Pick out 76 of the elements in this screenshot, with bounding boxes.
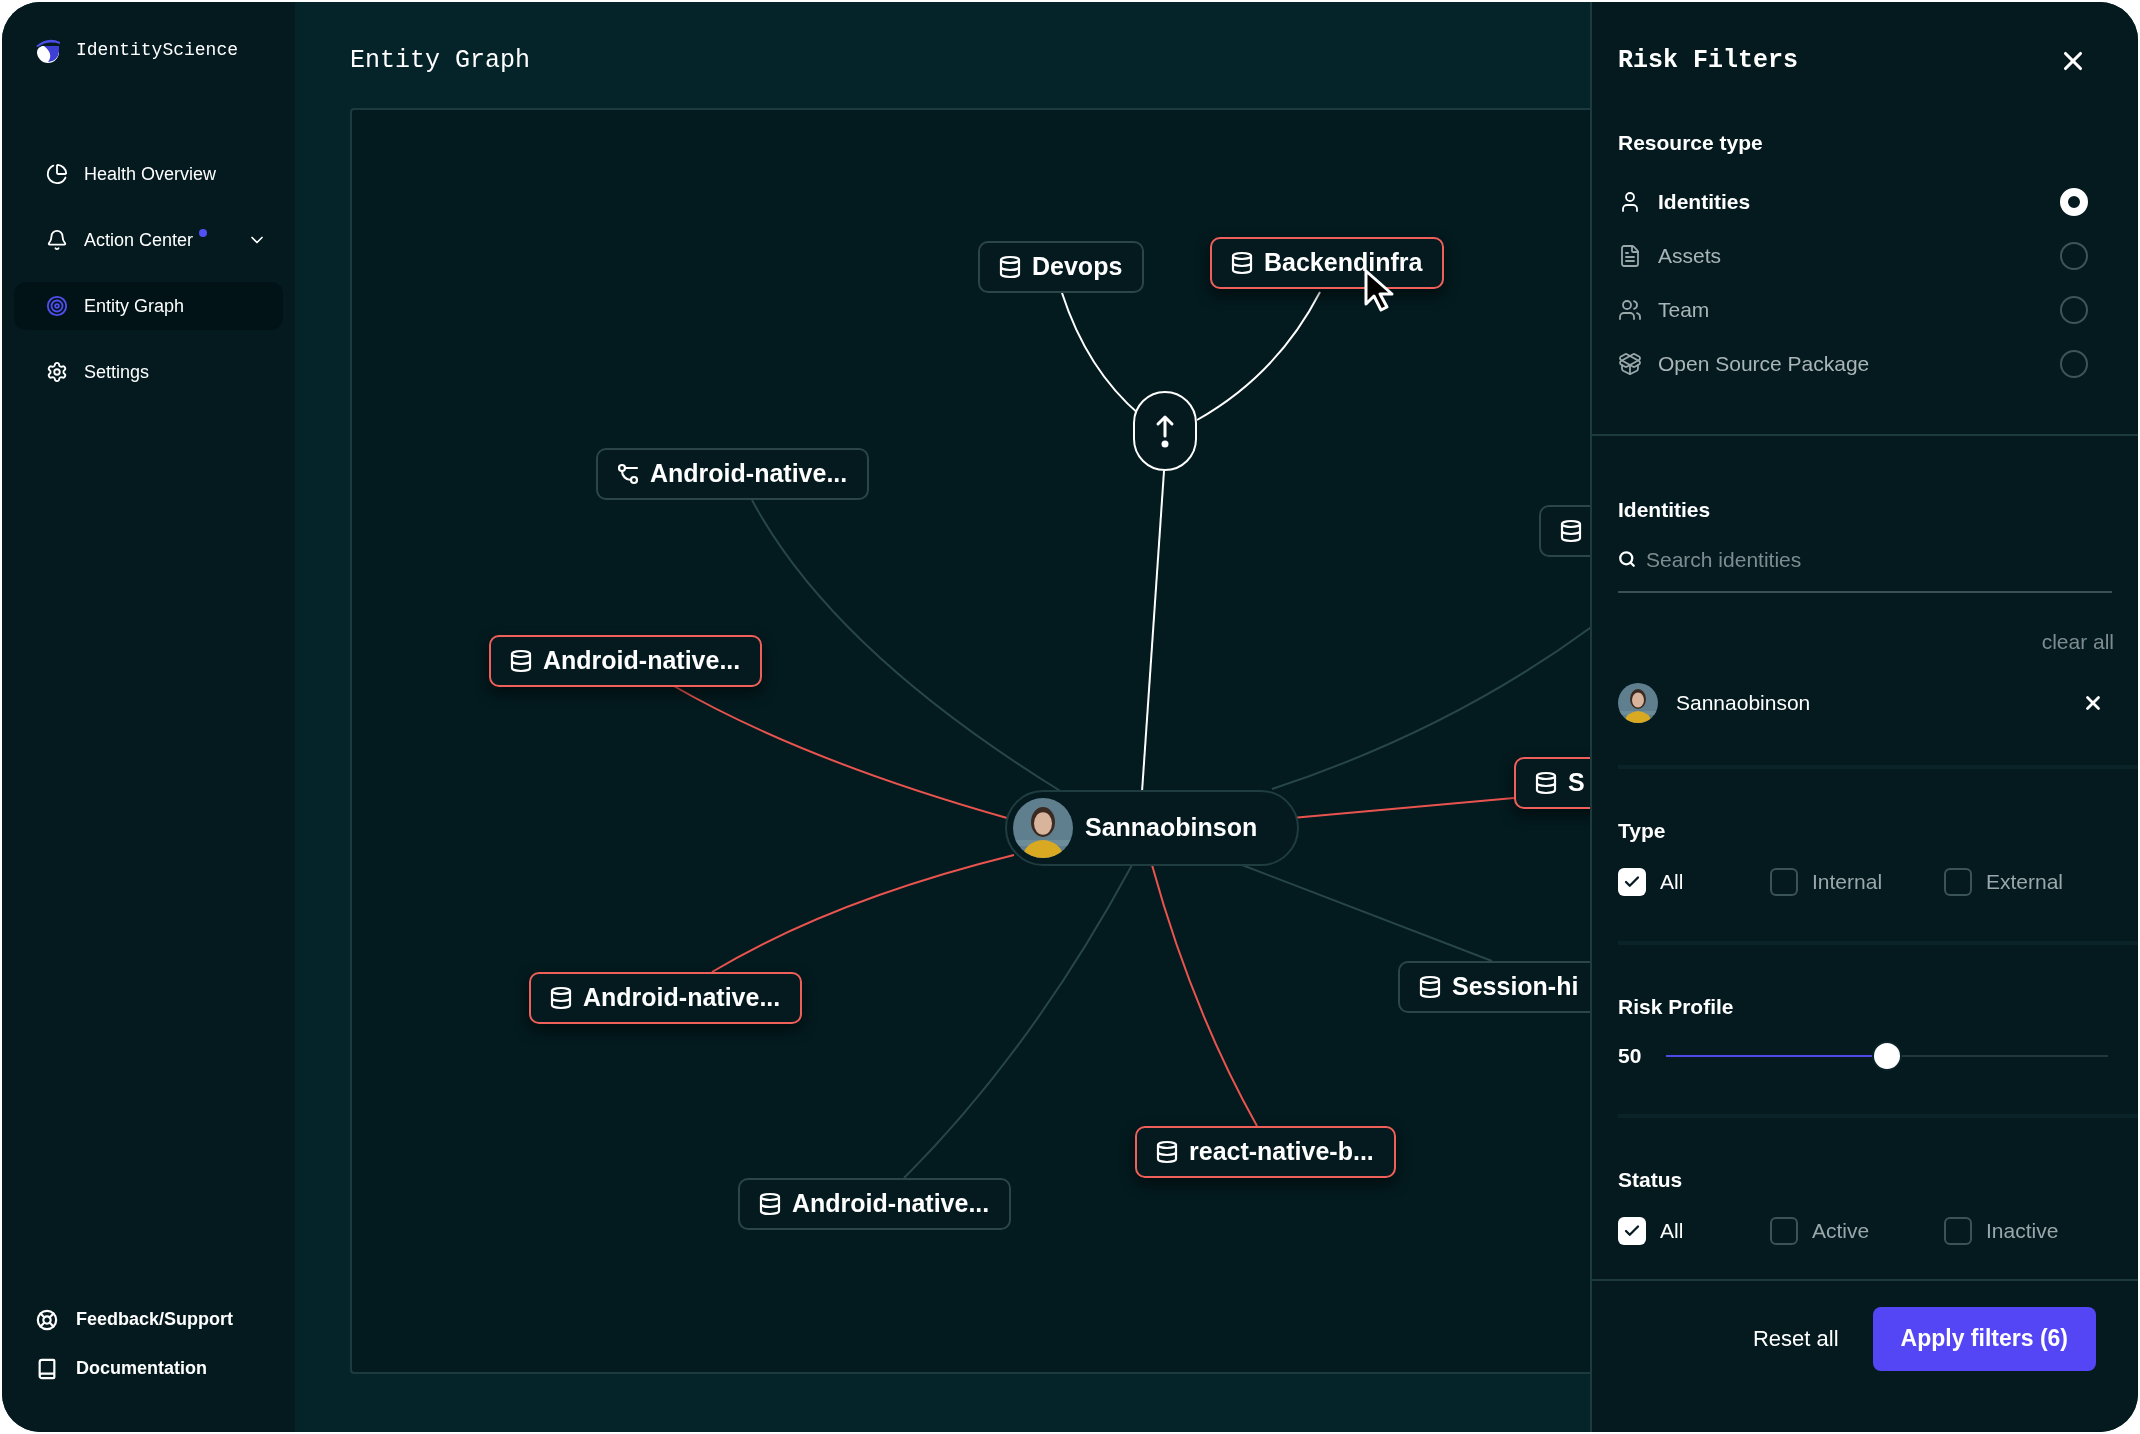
checkbox-option[interactable]: All <box>1618 1215 1770 1247</box>
package-icon <box>1618 352 1642 376</box>
checkbox[interactable] <box>1618 867 1646 896</box>
graph-node[interactable]: Android-native... <box>596 448 870 500</box>
graph-node[interactable]: Session-hi <box>1398 961 1590 1013</box>
page-title: Entity Graph <box>350 45 532 77</box>
radio-option[interactable]: Open Source Package <box>1618 349 2088 379</box>
slider-track[interactable] <box>1666 1040 2108 1071</box>
graph-node[interactable]: Android-native... <box>529 972 803 1024</box>
book-icon <box>36 1357 58 1380</box>
settings-icon <box>46 361 68 383</box>
checkbox[interactable] <box>1618 1216 1646 1245</box>
graph-node[interactable]: Android-native... <box>489 635 763 687</box>
checkbox[interactable] <box>1944 867 1972 896</box>
database-icon <box>758 1192 782 1216</box>
graph-node[interactable]: Android-native... <box>738 1178 1012 1230</box>
graph-node[interactable] <box>1539 505 1590 557</box>
nav-item[interactable]: Entity Graph <box>14 282 283 330</box>
slider-thumb[interactable] <box>1872 1040 1902 1071</box>
checkbox-option[interactable]: External <box>1944 866 2138 898</box>
footer-link[interactable]: Feedback/Support <box>36 1306 283 1333</box>
database-icon <box>1534 771 1558 795</box>
apply-button[interactable]: Apply filters (6) <box>1872 1306 2096 1371</box>
radio-button[interactable] <box>2060 296 2088 324</box>
checkbox[interactable] <box>1770 867 1798 896</box>
lifebuoy-icon <box>36 1308 58 1331</box>
junction-node[interactable] <box>1133 391 1197 471</box>
graph-node[interactable]: react-native-b... <box>1135 1126 1396 1178</box>
search-field[interactable]: Search identities <box>1646 543 2112 575</box>
graph-node[interactable]: S <box>1514 757 1590 809</box>
checkbox-option[interactable]: All <box>1618 866 1770 898</box>
users-icon <box>1618 298 1642 322</box>
radio-option[interactable]: Assets <box>1618 241 2088 271</box>
branch-icon <box>616 462 640 486</box>
section-title: Risk Profile <box>1618 993 1735 1020</box>
graph-node[interactable]: Devops <box>978 241 1145 293</box>
database-icon <box>998 255 1022 279</box>
radio-button[interactable] <box>2060 242 2088 270</box>
section-title: Identities <box>1618 497 1712 523</box>
target-icon <box>46 295 68 317</box>
radio-option[interactable]: Identities <box>1618 187 2088 217</box>
nav-item[interactable]: Action Center <box>14 216 283 264</box>
nav-item[interactable]: Settings <box>14 348 283 396</box>
database-icon <box>1155 1140 1179 1164</box>
checkbox-option[interactable]: Inactive <box>1944 1215 2138 1247</box>
slider-value: 50 <box>1618 1043 1643 1069</box>
footer-link[interactable]: Documentation <box>36 1355 283 1382</box>
selected-identity: Sannaobinson <box>1618 682 2114 723</box>
reset-button[interactable]: Reset all <box>1753 1322 1839 1355</box>
center-node[interactable]: Sannaobinson <box>1005 790 1300 866</box>
section-title: Status <box>1618 1166 1684 1193</box>
bell-icon <box>46 229 68 251</box>
brand-name: IdentityScience <box>76 38 239 62</box>
clear-all-link[interactable]: clear all <box>2041 626 2114 658</box>
radio-option[interactable]: Team <box>1618 295 2088 325</box>
avatar <box>1013 798 1073 858</box>
checkbox[interactable] <box>1944 1216 1972 1245</box>
search-icon <box>1618 550 1636 569</box>
checkbox[interactable] <box>1770 1216 1798 1245</box>
panel-title: Risk Filters <box>1618 45 1799 77</box>
database-icon <box>1418 975 1442 999</box>
identity-avatar <box>1618 682 1658 723</box>
pie-chart-icon <box>46 163 68 185</box>
document-icon <box>1618 244 1642 268</box>
section-title: Type <box>1618 817 1667 844</box>
database-icon <box>549 986 573 1010</box>
checkbox-option[interactable]: Active <box>1770 1215 1944 1247</box>
nav-item[interactable]: Health Overview <box>14 150 283 198</box>
checkbox-option[interactable]: Internal <box>1770 866 1944 898</box>
database-icon <box>1230 251 1254 275</box>
radio-button[interactable] <box>2060 350 2088 378</box>
database-icon <box>509 649 533 673</box>
graph-node[interactable]: Backendinfra <box>1210 237 1445 289</box>
arrow-up-icon <box>1155 414 1175 448</box>
database-icon <box>1559 519 1583 543</box>
section-title: Resource type <box>1618 129 1764 156</box>
